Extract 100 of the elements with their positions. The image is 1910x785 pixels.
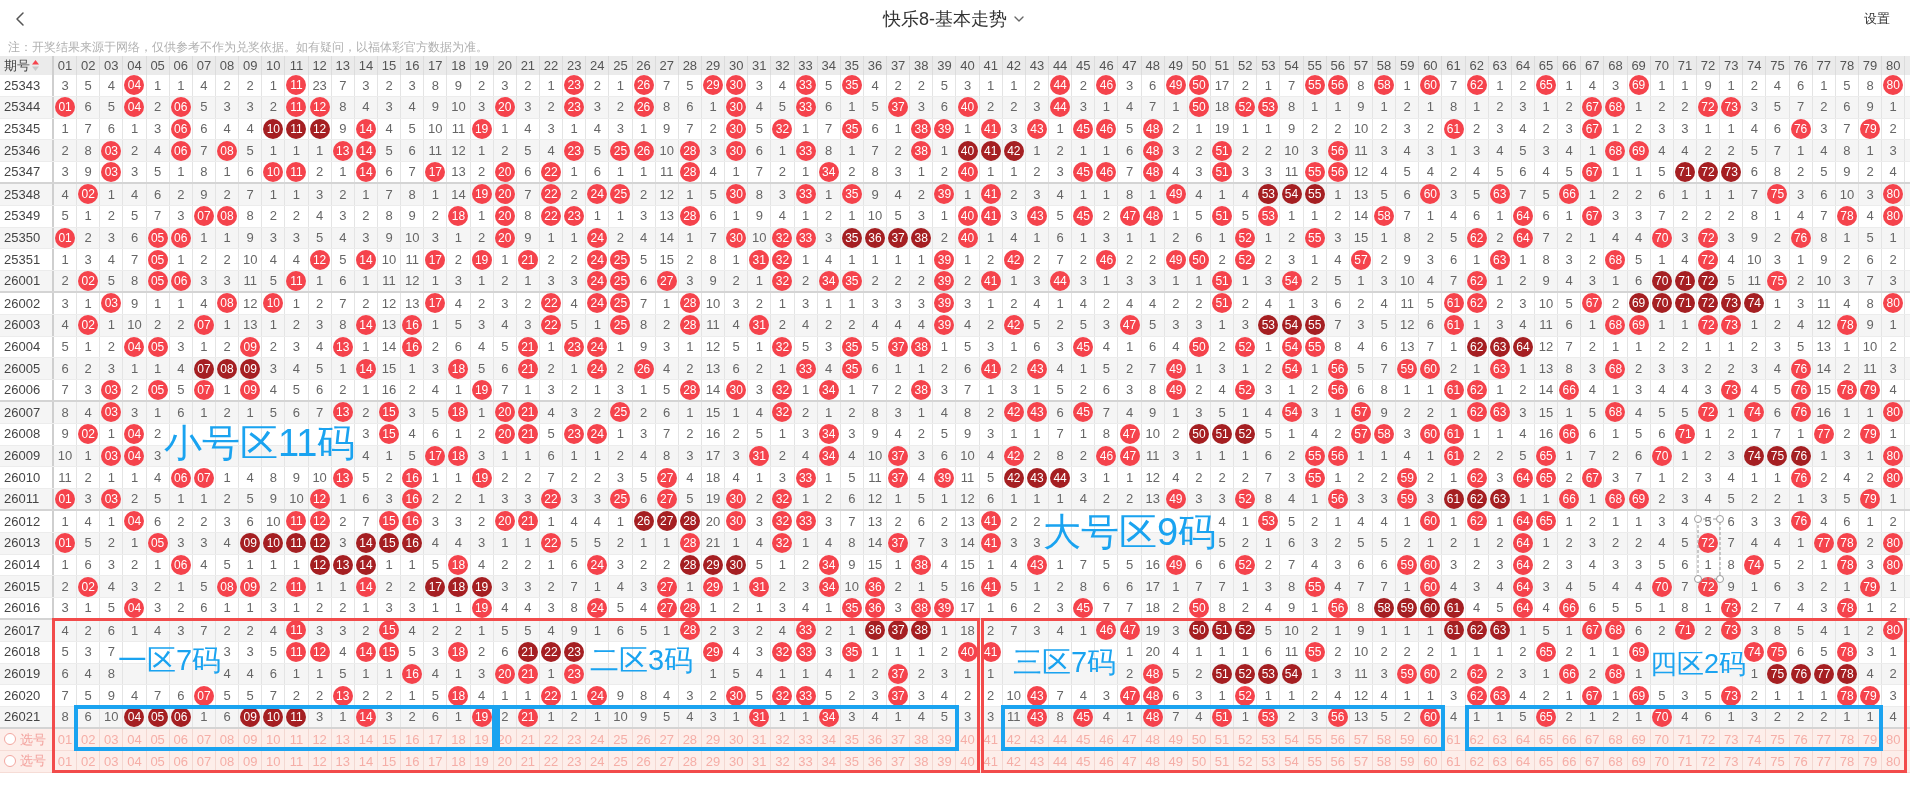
pick-number[interactable]: 58 — [1376, 732, 1392, 746]
pick-number[interactable]: 77 — [1816, 732, 1831, 746]
pick-number[interactable]: 15 — [381, 732, 397, 746]
radio-button[interactable] — [4, 733, 16, 746]
pick-number[interactable]: 72 — [1700, 754, 1716, 768]
pick-number[interactable]: 09 — [242, 732, 258, 746]
pick-number[interactable]: 08 — [219, 754, 235, 768]
pick-number[interactable]: 64 — [1515, 754, 1531, 768]
pick-number[interactable]: 32 — [775, 754, 790, 768]
pick-number[interactable]: 60 — [1423, 754, 1438, 768]
pick-number[interactable]: 20 — [497, 754, 512, 768]
pick-number[interactable]: 25 — [613, 754, 628, 768]
pick-number[interactable]: 66 — [1561, 754, 1577, 768]
pick-number[interactable]: 14 — [358, 754, 374, 768]
pick-number[interactable]: 78 — [1839, 732, 1855, 746]
pick-number[interactable]: 63 — [1492, 732, 1507, 746]
pick-number[interactable]: 29 — [705, 754, 721, 768]
pick-number[interactable]: 47 — [1122, 754, 1137, 768]
pick-number[interactable]: 40 — [960, 754, 975, 768]
pick-number[interactable]: 41 — [983, 754, 998, 768]
pick-number[interactable]: 53 — [1261, 732, 1276, 746]
pick-number[interactable]: 80 — [1885, 754, 1901, 768]
pick-number[interactable]: 63 — [1492, 754, 1507, 768]
pick-number[interactable]: 24 — [590, 732, 605, 746]
pick-number[interactable]: 80 — [1885, 732, 1901, 746]
dashed-selection-outline[interactable] — [1694, 515, 1724, 583]
pick-number[interactable]: 44 — [1052, 754, 1068, 768]
pick-number[interactable]: 78 — [1839, 754, 1855, 768]
pick-number[interactable]: 51 — [1214, 754, 1230, 768]
pick-number[interactable]: 75 — [1770, 754, 1785, 768]
pick-number[interactable]: 33 — [798, 754, 813, 768]
pick-number[interactable]: 31 — [752, 754, 767, 768]
pick-number[interactable]: 49 — [1168, 732, 1184, 746]
pick-number[interactable]: 46 — [1099, 732, 1114, 746]
page-title[interactable]: 快乐8-基本走势 — [883, 5, 1007, 33]
pick-number[interactable]: 66 — [1561, 732, 1577, 746]
pick-number[interactable]: 57 — [1353, 732, 1369, 746]
pick-number[interactable]: 59 — [1400, 754, 1415, 768]
pick-number[interactable]: 48 — [1145, 754, 1160, 768]
pick-number[interactable]: 38 — [914, 754, 929, 768]
pick-number[interactable]: 69 — [1631, 754, 1646, 768]
pick-number[interactable]: 02 — [80, 732, 96, 746]
pick-number[interactable]: 21 — [520, 754, 536, 768]
pick-number[interactable]: 09 — [242, 754, 258, 768]
pick-number[interactable]: 08 — [219, 732, 235, 746]
pick-number[interactable]: 69 — [1631, 732, 1646, 746]
pick-number[interactable]: 05 — [150, 732, 165, 746]
pick-number[interactable]: 04 — [127, 732, 142, 746]
pick-number[interactable]: 26 — [636, 754, 651, 768]
pick-number[interactable]: 77 — [1816, 754, 1831, 768]
pick-number[interactable]: 28 — [682, 754, 698, 768]
pick-number[interactable]: 29 — [705, 732, 721, 746]
radio-button[interactable] — [4, 755, 16, 768]
pick-number[interactable]: 06 — [173, 754, 188, 768]
pick-number[interactable]: 10 — [266, 754, 281, 768]
pick-number[interactable]: 14 — [358, 732, 374, 746]
pick-number[interactable]: 07 — [196, 754, 212, 768]
pick-number[interactable]: 33 — [798, 732, 813, 746]
pick-number[interactable]: 52 — [1238, 732, 1253, 746]
pick-number[interactable]: 22 — [543, 754, 559, 768]
pick-number[interactable]: 42 — [1006, 732, 1022, 746]
pick-number[interactable]: 21 — [520, 732, 536, 746]
pick-number[interactable]: 41 — [983, 732, 998, 746]
pick-number[interactable]: 35 — [844, 754, 860, 768]
pick-number[interactable]: 17 — [428, 732, 443, 746]
pick-number[interactable]: 16 — [404, 754, 420, 768]
pick-number[interactable]: 65 — [1538, 754, 1554, 768]
pick-number[interactable]: 74 — [1747, 732, 1762, 746]
pick-number[interactable]: 44 — [1052, 732, 1068, 746]
pick-number[interactable]: 03 — [104, 754, 119, 768]
pick-number[interactable]: 35 — [844, 732, 860, 746]
pick-number[interactable]: 30 — [728, 754, 744, 768]
pick-number[interactable]: 22 — [543, 732, 559, 746]
pick-number[interactable]: 45 — [1076, 732, 1091, 746]
pick-number[interactable]: 46 — [1099, 754, 1114, 768]
pick-number[interactable]: 79 — [1862, 732, 1878, 746]
pick-number[interactable]: 10 — [266, 732, 281, 746]
pick-number[interactable]: 28 — [682, 732, 698, 746]
pick-number[interactable]: 48 — [1145, 732, 1160, 746]
pick-number[interactable]: 62 — [1469, 754, 1484, 768]
pick-number[interactable]: 36 — [867, 732, 883, 746]
pick-number[interactable]: 13 — [335, 732, 350, 746]
pick-number[interactable]: 70 — [1654, 754, 1669, 768]
pick-number[interactable]: 54 — [1284, 732, 1299, 746]
pick-number[interactable]: 65 — [1538, 732, 1554, 746]
pick-number[interactable]: 49 — [1168, 754, 1184, 768]
pick-number[interactable]: 17 — [428, 754, 443, 768]
pick-number[interactable]: 19 — [474, 732, 489, 746]
pick-number[interactable]: 18 — [451, 754, 466, 768]
pick-number[interactable]: 59 — [1400, 732, 1415, 746]
pick-number[interactable]: 25 — [613, 732, 628, 746]
pick-number[interactable]: 50 — [1191, 732, 1207, 746]
pick-number[interactable]: 34 — [821, 754, 836, 768]
pick-number[interactable]: 11 — [289, 754, 304, 768]
pick-number[interactable]: 67 — [1585, 754, 1600, 768]
pick-number[interactable]: 76 — [1793, 754, 1808, 768]
pick-number[interactable]: 37 — [890, 754, 906, 768]
pick-number[interactable]: 58 — [1376, 754, 1392, 768]
pick-number[interactable]: 47 — [1122, 732, 1137, 746]
pick-number[interactable]: 68 — [1608, 732, 1623, 746]
